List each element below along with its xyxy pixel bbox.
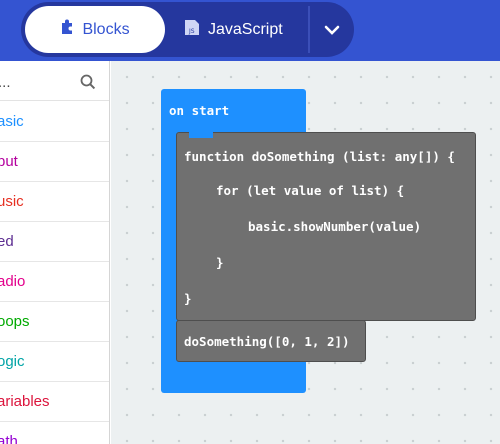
toolbox-category[interactable]: ed — [0, 222, 109, 262]
tab-javascript[interactable]: JS JavaScript — [184, 6, 312, 53]
toolbox-search[interactable]: ... — [0, 61, 109, 101]
toolbox-category-label: ed — [0, 233, 14, 250]
function-line-2: for (let value of list) { — [216, 183, 405, 198]
toolbox-category-label: usic — [0, 193, 24, 210]
tab-javascript-label: JavaScript — [208, 20, 283, 38]
top-bar: Blocks JS JavaScript — [0, 0, 500, 61]
block-notch — [189, 132, 213, 138]
function-line-4: } — [216, 255, 224, 270]
svg-text:JS: JS — [188, 28, 195, 35]
tab-blocks-label: Blocks — [82, 20, 130, 38]
function-line-1: function doSomething (list: any[]) { — [184, 149, 455, 164]
search-icon[interactable] — [80, 74, 96, 95]
call-text: doSomething([0, 1, 2]) — [184, 334, 350, 349]
toolbox-category-label: ogic — [0, 353, 25, 370]
function-line-3: basic.showNumber(value) — [248, 219, 422, 234]
toolbox-category[interactable]: ogic — [0, 342, 109, 382]
toolbox-category-label: adio — [0, 273, 26, 290]
toolbox-category-label: ariables — [0, 393, 50, 410]
js-file-icon: JS — [184, 19, 200, 41]
toolbox-category[interactable]: adio — [0, 262, 109, 302]
function-line-5: } — [184, 291, 192, 306]
chevron-down-icon[interactable] — [313, 6, 351, 53]
call-block[interactable]: doSomething([0, 1, 2]) — [176, 320, 366, 362]
on-start-label: on start — [169, 103, 230, 118]
toggle-divider — [308, 6, 310, 53]
editor-toggle: Blocks JS JavaScript — [21, 2, 354, 57]
toolbox-category[interactable]: ariables — [0, 382, 109, 422]
tab-blocks[interactable]: Blocks — [25, 6, 165, 53]
puzzle-icon — [60, 19, 74, 40]
toolbox-category-label: put — [0, 153, 18, 170]
toolbox-category-label: oops — [0, 313, 30, 330]
toolbox-category[interactable]: usic — [0, 182, 109, 222]
toolbox: ... asic put usic ed adio oops ogic ariables ath — [0, 61, 110, 444]
toolbox-category[interactable]: ath — [0, 422, 109, 444]
toolbox-category-label: asic — [0, 113, 24, 130]
toolbox-category[interactable]: put — [0, 142, 109, 182]
toolbox-category-label: ath — [0, 433, 18, 444]
function-block[interactable]: function doSomething (list: any[]) { for… — [176, 132, 476, 321]
search-input[interactable]: ... — [0, 74, 11, 91]
toolbox-category[interactable]: oops — [0, 302, 109, 342]
toolbox-category[interactable]: asic — [0, 102, 109, 142]
